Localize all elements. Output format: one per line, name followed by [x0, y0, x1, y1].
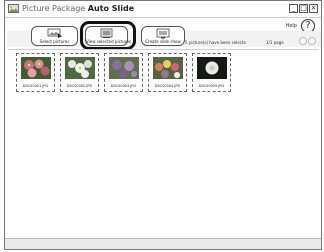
select-pictures-label: Select pictures: [39, 39, 70, 44]
thumbnail-filename: DSC00001.JPG: [22, 84, 49, 88]
thumbnail-filename: DSC00004.JPG: [154, 84, 181, 88]
next-page-button[interactable]: [308, 37, 316, 45]
status-bar: [5, 238, 321, 249]
create-slide-show-label: Create slide show: [145, 39, 181, 44]
window-title: Picture Package Auto Slide: [22, 4, 134, 13]
thumbnail-item[interactable]: DSC00003.JPG: [104, 53, 143, 92]
title-bar: Picture Package Auto Slide _ □ ×: [5, 1, 321, 18]
thumbnail-filename: DSC00002.JPG: [66, 84, 93, 88]
maximize-button[interactable]: □: [299, 4, 308, 13]
window-title-main: Auto Slide: [87, 4, 135, 13]
thumbnail-image: [153, 57, 183, 79]
thumbnail-item[interactable]: DSC00004.JPG: [148, 53, 187, 92]
thumbnail-image: [21, 57, 51, 79]
selection-status: 5 picture(s) have been selecte: [185, 40, 246, 45]
view-pictures-icon: [100, 28, 112, 38]
thumbnail-image: [65, 57, 95, 79]
help-label[interactable]: Help: [286, 23, 297, 29]
thumbnail-image: [109, 57, 139, 79]
slide-show-icon: [156, 28, 170, 39]
select-pictures-icon: [47, 28, 62, 39]
thumbnail-filename: DSC00005.JPG: [198, 84, 225, 88]
close-button[interactable]: ×: [309, 4, 318, 13]
thumbnail-item[interactable]: DSC00002.JPG: [60, 53, 99, 92]
page-indicator: 1/1 page: [266, 40, 284, 45]
app-window: Picture Package Auto Slide _ □ × Help ? …: [4, 0, 322, 250]
minimize-button[interactable]: _: [289, 4, 298, 13]
thumbnail-item[interactable]: DSC00001.JPG: [16, 53, 55, 92]
view-selected-pictures-label: View selected pictures: [86, 39, 131, 44]
window-controls: _ □ ×: [289, 4, 318, 13]
picture-package-icon: [8, 4, 19, 13]
select-pictures-button[interactable]: Select pictures: [31, 26, 78, 46]
window-title-prefix: Picture Package: [22, 4, 86, 13]
previous-page-button[interactable]: [299, 37, 307, 45]
thumbnail-image: [197, 57, 227, 79]
create-slide-show-button[interactable]: Create slide show: [141, 26, 185, 46]
view-selected-pictures-button[interactable]: View selected pictures: [85, 26, 131, 46]
thumbnail-item[interactable]: DSC00005.JPG: [192, 53, 231, 92]
thumbnail-filename: DSC00003.JPG: [110, 84, 137, 88]
